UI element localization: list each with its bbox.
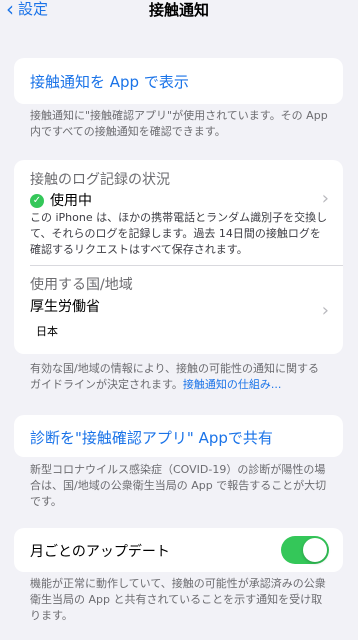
how-it-works-link[interactable]: 接触通知の仕組み...	[183, 378, 282, 391]
monthly-update-label: 月ごとのアップデート	[30, 544, 170, 560]
log-note: 有効な国/地域の情報により、接触の可能性の通知に関するガイドラインが決定されます…	[30, 361, 330, 393]
show-in-app-card[interactable]: 接触通知を App で表示	[14, 58, 343, 104]
log-status-card: 接触のログ記録の状況 ✓ 使用中 › この iPhone は、ほかの携帯電話とラン…	[14, 160, 343, 354]
show-in-app-note: 接触通知に"接触確認アプリ"が使用されています。その App内ですべての接触通知…	[30, 109, 328, 138]
share-diagnosis-card[interactable]: 診断を"接触確認アプリ" Appで共有	[14, 415, 343, 457]
navigation-bar: ‹ 設定 接触通知	[0, 0, 358, 24]
log-status-title: 接触のログ記録の状況	[30, 172, 170, 188]
divider	[30, 265, 343, 266]
region-title: 使用する国/地域	[30, 277, 133, 293]
share-diagnosis-note: 新型コロナウイルス感染症（COVID-19）の診断が陽性の場合は、国/地域の公衆…	[30, 463, 327, 508]
monthly-update-card: 月ごとのアップデート	[14, 528, 343, 572]
log-status-description: この iPhone は、ほかの携帯電話とランダム識別子を交換して、それらのログを…	[30, 211, 328, 256]
monthly-update-note: 機能が正常に動作していて、接触の可能性が承認済みの公衆衛生当局の App と共有…	[30, 577, 326, 622]
region-value[interactable]: 厚生労働省	[30, 296, 100, 316]
toggle-knob	[303, 538, 327, 562]
log-status-row[interactable]: ✓ 使用中	[30, 190, 92, 210]
share-diagnosis-link[interactable]: 診断を"接触確認アプリ" Appで共有	[30, 427, 273, 448]
monthly-update-toggle[interactable]	[281, 536, 329, 564]
page-title: 接触通知	[148, 1, 209, 19]
chevron-right-icon[interactable]: ›	[322, 188, 329, 209]
log-status-value: 使用中	[50, 193, 92, 209]
country-label: 日本	[36, 325, 58, 338]
chevron-right-icon[interactable]: ›	[322, 300, 329, 321]
show-in-app-link[interactable]: 接触通知を App で表示	[30, 71, 189, 92]
checkmark-icon: ✓	[30, 194, 44, 208]
